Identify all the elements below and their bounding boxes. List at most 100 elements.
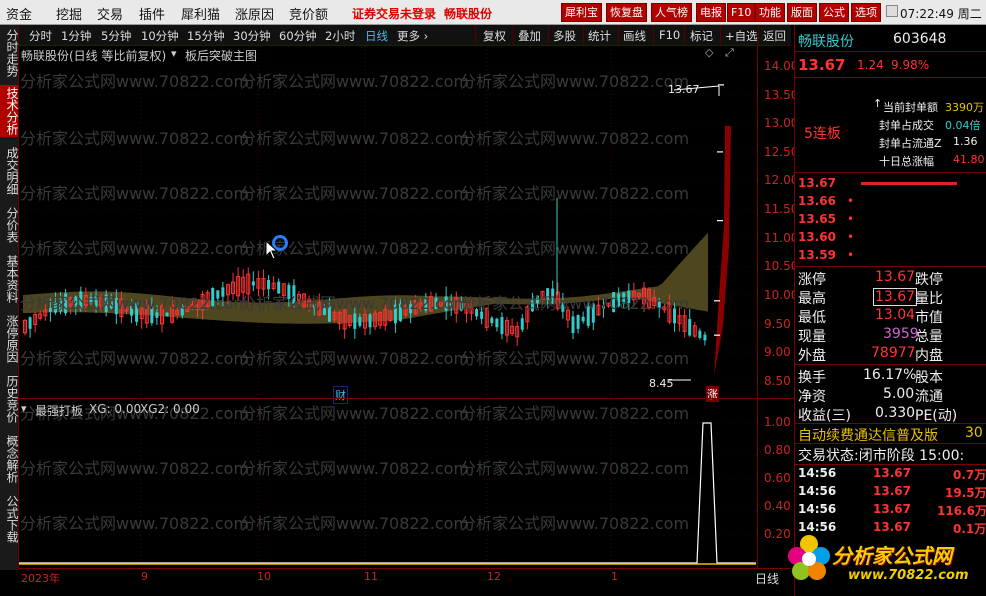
candle-body [591,303,595,323]
action-overlay[interactable]: 叠加 [518,28,541,44]
menu-item-reason[interactable]: 涨原因 [235,4,274,23]
stat-label: 量比 [915,291,943,307]
tick-volume: 0.7万 [953,468,986,482]
stat-value: 0.330 [875,405,916,421]
stat-label: 总量 [915,329,943,345]
action-adjust[interactable]: 复权 [483,28,506,44]
period-label[interactable]: 日线 [755,570,779,587]
tab-formula-download[interactable]: 公式下载 [0,493,19,545]
candle-body [53,302,57,313]
stat-label: 股本 [915,370,943,386]
candle-body [561,302,565,312]
sub-tick: 0.80 [764,443,791,457]
candle-body [475,309,479,317]
logo-text: 分析家公式网 [832,544,952,568]
tab-technical[interactable]: 技术分析 [0,85,19,137]
candle-body [114,298,118,315]
book-volume-bar [861,182,957,185]
price-axis[interactable]: 14.00 13.50 13.00 12.50 12.00 11.50 11.0… [757,46,798,398]
period-2h[interactable]: 2小时 [325,28,355,44]
auto-renew-number: 30 [965,425,983,441]
btn-function[interactable]: 功能 [755,3,785,22]
period-tick[interactable]: 分时 [29,28,52,44]
sub-chart-svg [19,399,756,568]
tab-basic-info[interactable]: 基本资料 [0,253,19,305]
candle-body [398,303,402,322]
tab-intraday[interactable]: 分时走势 [0,27,19,79]
btn-popularity[interactable]: 人气榜 [651,3,692,22]
btn-xilibao[interactable]: 犀利宝 [561,3,602,22]
action-multi[interactable]: 多股 [553,28,576,44]
period-10min[interactable]: 10分钟 [141,28,179,44]
stat-value: 13.67 [873,288,918,306]
candle-body [480,311,484,319]
btn-f10[interactable]: F10 [727,3,756,22]
stat-value: 78977 [871,345,916,361]
period-60min[interactable]: 60分钟 [279,28,317,44]
tab-price-table[interactable]: 分价表 [0,205,19,245]
stat-label: 最高 [798,291,826,307]
stat-label: 流通 [915,389,943,405]
tick-price: 13.67 [873,466,911,480]
candle-body [216,290,220,299]
menu-item-xilimao[interactable]: 犀利猫 [181,4,220,23]
tick-volume: 19.5万 [945,486,986,500]
login-notice[interactable]: 证券交易未登录 [352,5,436,22]
menu-item-funds[interactable]: 资金 [6,4,32,23]
action-back[interactable]: 返回 [763,28,786,44]
candle-body [434,297,438,310]
candle-body [612,292,616,313]
action-mark[interactable]: 标记 [690,28,713,44]
candle-body [358,316,362,326]
stat-value: 13.04 [875,307,916,323]
action-draw[interactable]: 画线 [623,28,646,44]
menu-bar: 资金 挖掘 交易 插件 犀利猫 涨原因 竞价额 证券交易未登录 畅联股份 犀利宝… [0,0,986,25]
auto-renew-banner[interactable]: 自动续费通达信普及版 [798,425,938,445]
period-30min[interactable]: 30分钟 [233,28,271,44]
candle-body [409,304,413,314]
candle-body [530,300,534,312]
action-f10[interactable]: F10 [659,28,680,42]
seal-value: 1.36 [953,135,978,148]
left-tab-strip: 分时走势 技术分析 成交明细 分价表 基本资料 涨停原因 历史竞价 概念解析 公… [0,25,19,570]
tab-trades[interactable]: 成交明细 [0,145,19,197]
site-logo: 分析家公式网 www.70822.com [782,528,982,592]
period-toolbar: 分时 1分钟 5分钟 10分钟 15分钟 30分钟 60分钟 2小时 日线 更多… [19,25,791,46]
stat-label: 收益(三) [798,408,851,424]
btn-formula[interactable]: 公式 [819,3,849,22]
band-breakout [714,126,731,376]
btn-telegram[interactable]: 电报 [696,3,726,22]
stat-label: 外盘 [798,348,826,364]
stat-label: 最低 [798,310,826,326]
candle-body [535,295,539,304]
window-icon[interactable] [886,5,898,17]
time-axis[interactable]: 2023年 9 10 11 12 1 日线 [19,568,791,587]
menu-item-auction[interactable]: 竞价额 [289,4,328,23]
candle-body [688,319,692,336]
book-price: 13.60 [798,230,836,244]
menu-item-dig[interactable]: 挖掘 [56,4,82,23]
period-more[interactable]: 更多 › [397,28,428,44]
menu-item-trade[interactable]: 交易 [97,4,123,23]
period-daily[interactable]: 日线 [365,28,388,44]
clock: 07:22:49 周二 [900,7,982,21]
action-add-watch[interactable]: +自选 [725,28,758,44]
period-1min[interactable]: 1分钟 [61,28,91,44]
low-price-marker: 8.45 [649,377,674,390]
candle-body [393,304,397,324]
btn-layout[interactable]: 版面 [787,3,817,22]
candle-body [657,301,661,309]
candle-body [94,296,98,307]
period-5min[interactable]: 5分钟 [101,28,131,44]
action-stats[interactable]: 统计 [588,28,611,44]
tab-limit-reason[interactable]: 涨停原因 [0,313,19,365]
tab-history-auction[interactable]: 历史竞价 [0,373,19,425]
btn-recover[interactable]: 恢复盘 [606,3,647,22]
tab-concept[interactable]: 概念解析 [0,433,19,485]
btn-options[interactable]: 选项 [851,3,881,22]
tick-volume: 116.6万 [937,504,986,518]
book-volume: • [847,194,855,208]
candle-body [551,288,555,304]
period-15min[interactable]: 15分钟 [187,28,225,44]
menu-item-plugin[interactable]: 插件 [139,4,165,23]
